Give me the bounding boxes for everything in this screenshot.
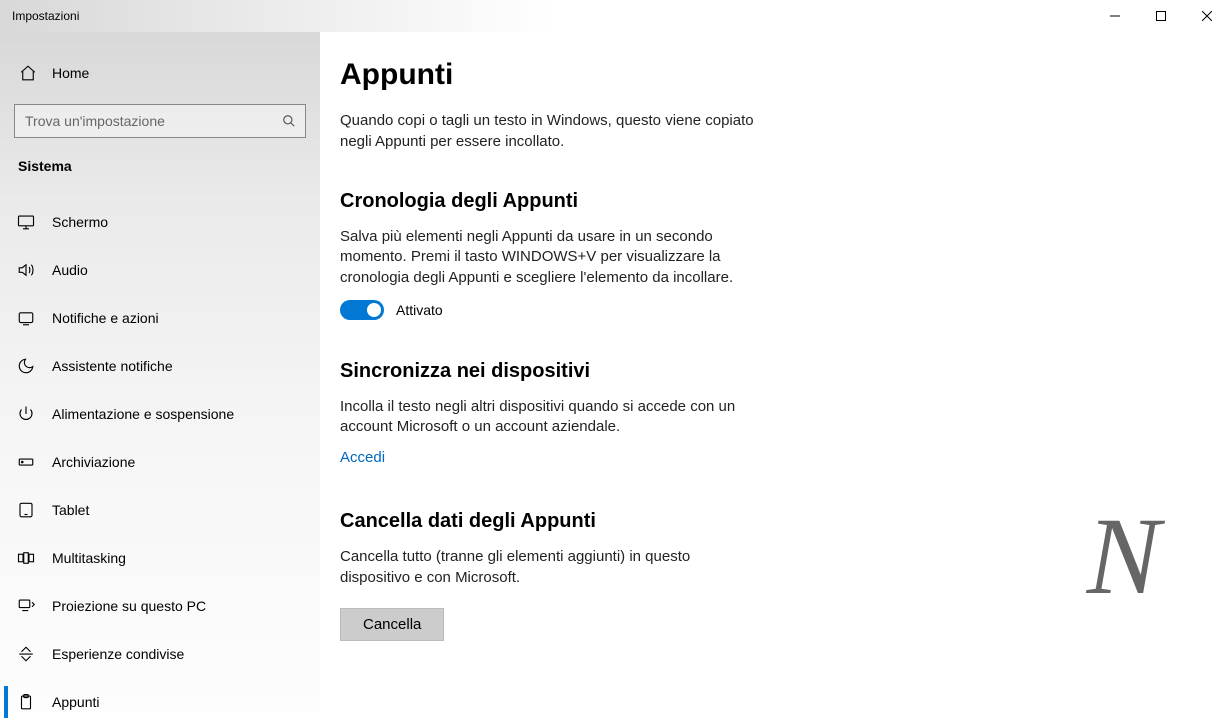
monitor-icon xyxy=(16,212,36,232)
sidebar-item-archiviazione[interactable]: Archiviazione xyxy=(0,438,320,486)
sidebar-item-proiezione[interactable]: Proiezione su questo PC xyxy=(0,582,320,630)
history-description: Salva più elementi negli Appunti da usar… xyxy=(340,227,760,288)
sidebar-item-label: Schermo xyxy=(52,214,108,230)
sidebar-item-tablet[interactable]: Tablet xyxy=(0,486,320,534)
search-box[interactable] xyxy=(14,104,306,138)
sidebar-item-audio[interactable]: Audio xyxy=(0,246,320,294)
home-row[interactable]: Home xyxy=(0,56,320,90)
moon-icon xyxy=(16,356,36,376)
history-toggle-label: Attivato xyxy=(396,302,443,318)
close-button[interactable] xyxy=(1184,0,1230,32)
minimize-button[interactable] xyxy=(1092,0,1138,32)
sidebar-item-label: Archiviazione xyxy=(52,454,135,470)
titlebar: Impostazioni xyxy=(0,0,1230,32)
multitasking-icon xyxy=(16,548,36,568)
window-title: Impostazioni xyxy=(12,9,79,23)
notifications-icon xyxy=(16,308,36,328)
nav: Schermo Audio Notifiche e azioni Assiste… xyxy=(0,198,320,726)
sidebar-item-label: Alimentazione e sospensione xyxy=(52,406,234,422)
history-section: Cronologia degli Appunti Salva più eleme… xyxy=(340,190,1170,320)
search-input[interactable] xyxy=(14,104,306,138)
power-icon xyxy=(16,404,36,424)
clear-section: Cancella dati degli Appunti Cancella tut… xyxy=(340,510,1170,641)
maximize-button[interactable] xyxy=(1138,0,1184,32)
clear-description: Cancella tutto (tranne gli elementi aggi… xyxy=(340,547,760,588)
clear-title: Cancella dati degli Appunti xyxy=(340,510,1170,533)
sidebar-item-label: Esperienze condivise xyxy=(52,646,184,662)
history-toggle[interactable] xyxy=(340,300,384,320)
sidebar-item-label: Notifiche e azioni xyxy=(52,310,159,326)
sidebar-item-assistente[interactable]: Assistente notifiche xyxy=(0,342,320,390)
projection-icon xyxy=(16,596,36,616)
sidebar-item-label: Multitasking xyxy=(52,550,126,566)
clipboard-icon xyxy=(16,692,36,712)
signin-link[interactable]: Accedi xyxy=(340,449,1170,466)
sidebar-item-esperienze[interactable]: Esperienze condivise xyxy=(0,630,320,678)
home-label: Home xyxy=(52,65,89,81)
main: Appunti Quando copi o tagli un testo in … xyxy=(320,32,1230,712)
sidebar-item-label: Appunti xyxy=(52,694,99,710)
page-description: Quando copi o tagli un testo in Windows,… xyxy=(340,110,760,152)
storage-icon xyxy=(16,452,36,472)
home-icon xyxy=(18,64,38,82)
sync-title: Sincronizza nei dispositivi xyxy=(340,360,1170,383)
sound-icon xyxy=(16,260,36,280)
clear-button[interactable]: Cancella xyxy=(340,608,444,641)
sync-section: Sincronizza nei dispositivi Incolla il t… xyxy=(340,360,1170,467)
sidebar-item-label: Assistente notifiche xyxy=(52,358,173,374)
window-controls xyxy=(1092,0,1230,32)
sidebar-item-schermo[interactable]: Schermo xyxy=(0,198,320,246)
tablet-icon xyxy=(16,500,36,520)
sidebar-item-label: Proiezione su questo PC xyxy=(52,598,206,614)
search-icon xyxy=(282,114,296,128)
sync-description: Incolla il testo negli altri dispositivi… xyxy=(340,397,760,438)
sidebar-item-label: Tablet xyxy=(52,502,89,518)
sidebar-item-multitasking[interactable]: Multitasking xyxy=(0,534,320,582)
sidebar-item-label: Audio xyxy=(52,262,88,278)
page-title: Appunti xyxy=(340,58,1170,92)
sidebar-item-appunti[interactable]: Appunti xyxy=(0,678,320,726)
sidebar-item-alimentazione[interactable]: Alimentazione e sospensione xyxy=(0,390,320,438)
sidebar-item-notifiche[interactable]: Notifiche e azioni xyxy=(0,294,320,342)
sidebar: Home Sistema Schermo Audio Notifiche e a… xyxy=(0,32,320,712)
section-label: Sistema xyxy=(0,138,320,180)
shared-icon xyxy=(16,644,36,664)
history-title: Cronologia degli Appunti xyxy=(340,190,1170,213)
